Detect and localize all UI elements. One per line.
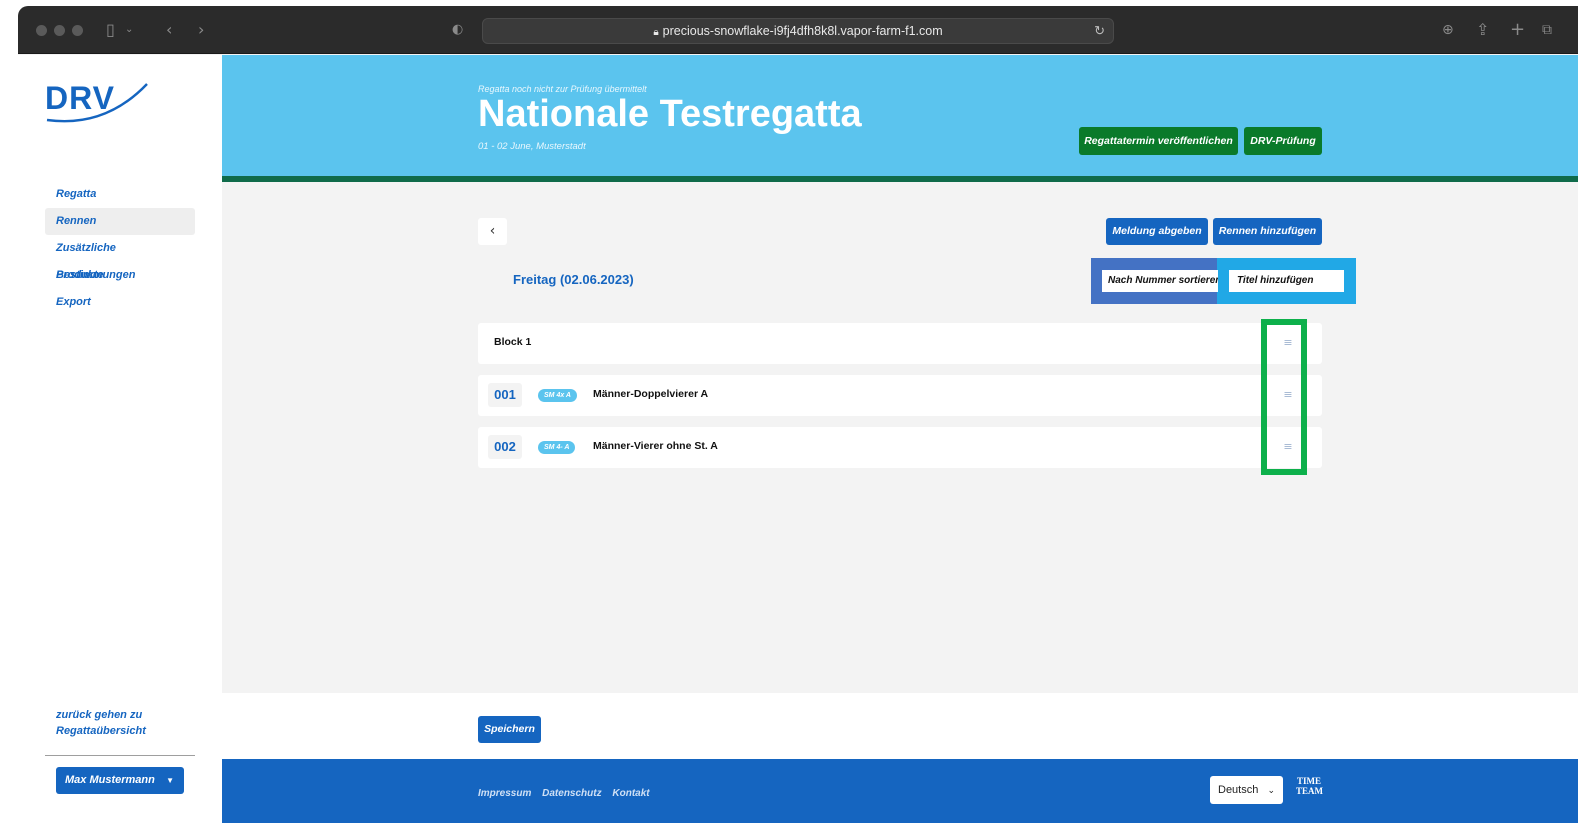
sidebar-item-export[interactable]: Export xyxy=(45,289,195,316)
user-menu-button[interactable]: Max Mustermann ▼ xyxy=(56,767,184,794)
race-row[interactable]: 002 SM 4- A Männer-Vierer ohne St. A xyxy=(478,427,1322,468)
drag-handle-icon[interactable]: ≡ xyxy=(1282,337,1294,349)
zoom-window-icon[interactable] xyxy=(72,25,83,36)
race-number: 002 xyxy=(488,435,522,459)
save-bar: Speichern xyxy=(222,693,1578,759)
add-title-button[interactable]: Titel hinzufügen xyxy=(1229,270,1344,292)
sidebar: DRV Regatta Rennen Zusätzliche Bestimmun… xyxy=(18,55,222,823)
tab-overview-icon[interactable]: ⧉ xyxy=(1542,18,1552,42)
datenschutz-link[interactable]: Datenschutz xyxy=(542,788,601,799)
drv-review-button[interactable]: DRV-Prüfung xyxy=(1244,127,1322,155)
lock-icon: 🔒︎ xyxy=(653,27,659,38)
user-name: Max Mustermann xyxy=(65,774,155,786)
block-label: Block 1 xyxy=(494,336,532,348)
chevron-left-icon: ‹ xyxy=(489,223,496,239)
regatta-date: 01 - 02 June, Musterstadt xyxy=(478,141,586,152)
drag-handle-icon[interactable]: ≡ xyxy=(1282,389,1294,401)
sidebar-divider xyxy=(45,755,195,756)
back-arrow-icon[interactable]: ‹ xyxy=(166,18,172,42)
chevron-down-icon[interactable]: ⌄ xyxy=(125,18,133,42)
shield-icon[interactable]: ◐ xyxy=(452,18,463,42)
regatta-header: Regatta noch nicht zur Prüfung übermitte… xyxy=(222,55,1578,182)
sidebar-nav: Regatta Rennen Zusätzliche Bestimmungen … xyxy=(45,181,195,316)
address-bar[interactable]: 🔒︎ precious-snowflake-i9fj4dfh8k8l.vapor-… xyxy=(482,18,1114,44)
time-team-logo: TIME TEAM xyxy=(1296,776,1323,796)
share-icon[interactable]: ⇪ xyxy=(1476,18,1489,42)
add-race-button[interactable]: Rennen hinzufügen xyxy=(1213,218,1322,245)
main-content: ‹ Meldung abgeben Rennen hinzufügen Frei… xyxy=(222,188,1578,693)
page-title: Nationale Testregatta xyxy=(478,93,862,135)
back-button[interactable]: ‹ xyxy=(478,218,507,245)
kontakt-link[interactable]: Kontakt xyxy=(612,788,649,799)
sidebar-item-bestimmungen[interactable]: Zusätzliche Bestimmungen xyxy=(45,235,195,281)
sidebar-item-rennen[interactable]: Rennen xyxy=(45,208,195,235)
sort-by-number-button[interactable]: Nach Nummer sortieren xyxy=(1102,270,1218,292)
language-value: Deutsch xyxy=(1218,784,1259,796)
chevron-down-icon: ⌄ xyxy=(1267,785,1275,795)
footer-links: Impressum Datenschutz Kontakt xyxy=(478,788,658,799)
impressum-link[interactable]: Impressum xyxy=(478,788,531,799)
language-select[interactable]: Deutsch ⌄ xyxy=(1210,776,1283,804)
drv-logo[interactable]: DRV xyxy=(45,80,155,130)
block-row[interactable]: Block 1 xyxy=(478,323,1322,364)
caret-down-icon: ▼ xyxy=(166,776,174,785)
race-name: Männer-Doppelvierer A xyxy=(593,388,709,400)
submit-entry-button[interactable]: Meldung abgeben xyxy=(1106,218,1208,245)
save-button[interactable]: Speichern xyxy=(478,716,541,743)
footer: Impressum Datenschutz Kontakt Deutsch ⌄ … xyxy=(222,759,1578,823)
forward-arrow-icon[interactable]: › xyxy=(198,18,204,42)
race-name: Männer-Vierer ohne St. A xyxy=(593,440,718,452)
reload-icon[interactable]: ↻ xyxy=(1094,19,1105,43)
boat-class-badge: SM 4x A xyxy=(538,389,577,402)
new-tab-icon[interactable]: + xyxy=(1510,18,1525,42)
url-text: precious-snowflake-i9fj4dfh8k8l.vapor-fa… xyxy=(662,24,943,38)
minimize-window-icon[interactable] xyxy=(54,25,65,36)
race-number: 001 xyxy=(488,383,522,407)
race-row[interactable]: 001 SM 4x A Männer-Doppelvierer A xyxy=(478,375,1322,416)
drag-handle-icon[interactable]: ≡ xyxy=(1282,441,1294,453)
logo-swoosh-icon xyxy=(46,83,148,123)
day-title: Freitag (02.06.2023) xyxy=(513,272,634,287)
download-icon[interactable]: ⊕ xyxy=(1442,18,1454,42)
back-to-overview-link[interactable]: zurück gehen zu Regattaübersicht xyxy=(56,707,176,739)
browser-toolbar: ▯ ⌄ ‹ › ◐ 🔒︎ precious-snowflake-i9fj4dfh8… xyxy=(18,6,1578,54)
boat-class-badge: SM 4- A xyxy=(538,441,576,454)
close-window-icon[interactable] xyxy=(36,25,47,36)
sidebar-item-regatta[interactable]: Regatta xyxy=(45,181,195,208)
sidebar-toggle-icon[interactable]: ▯ xyxy=(106,18,115,42)
browser-window: ▯ ⌄ ‹ › ◐ 🔒︎ precious-snowflake-i9fj4dfh8… xyxy=(18,6,1578,823)
publish-button[interactable]: Regattatermin veröffentlichen xyxy=(1079,127,1238,155)
